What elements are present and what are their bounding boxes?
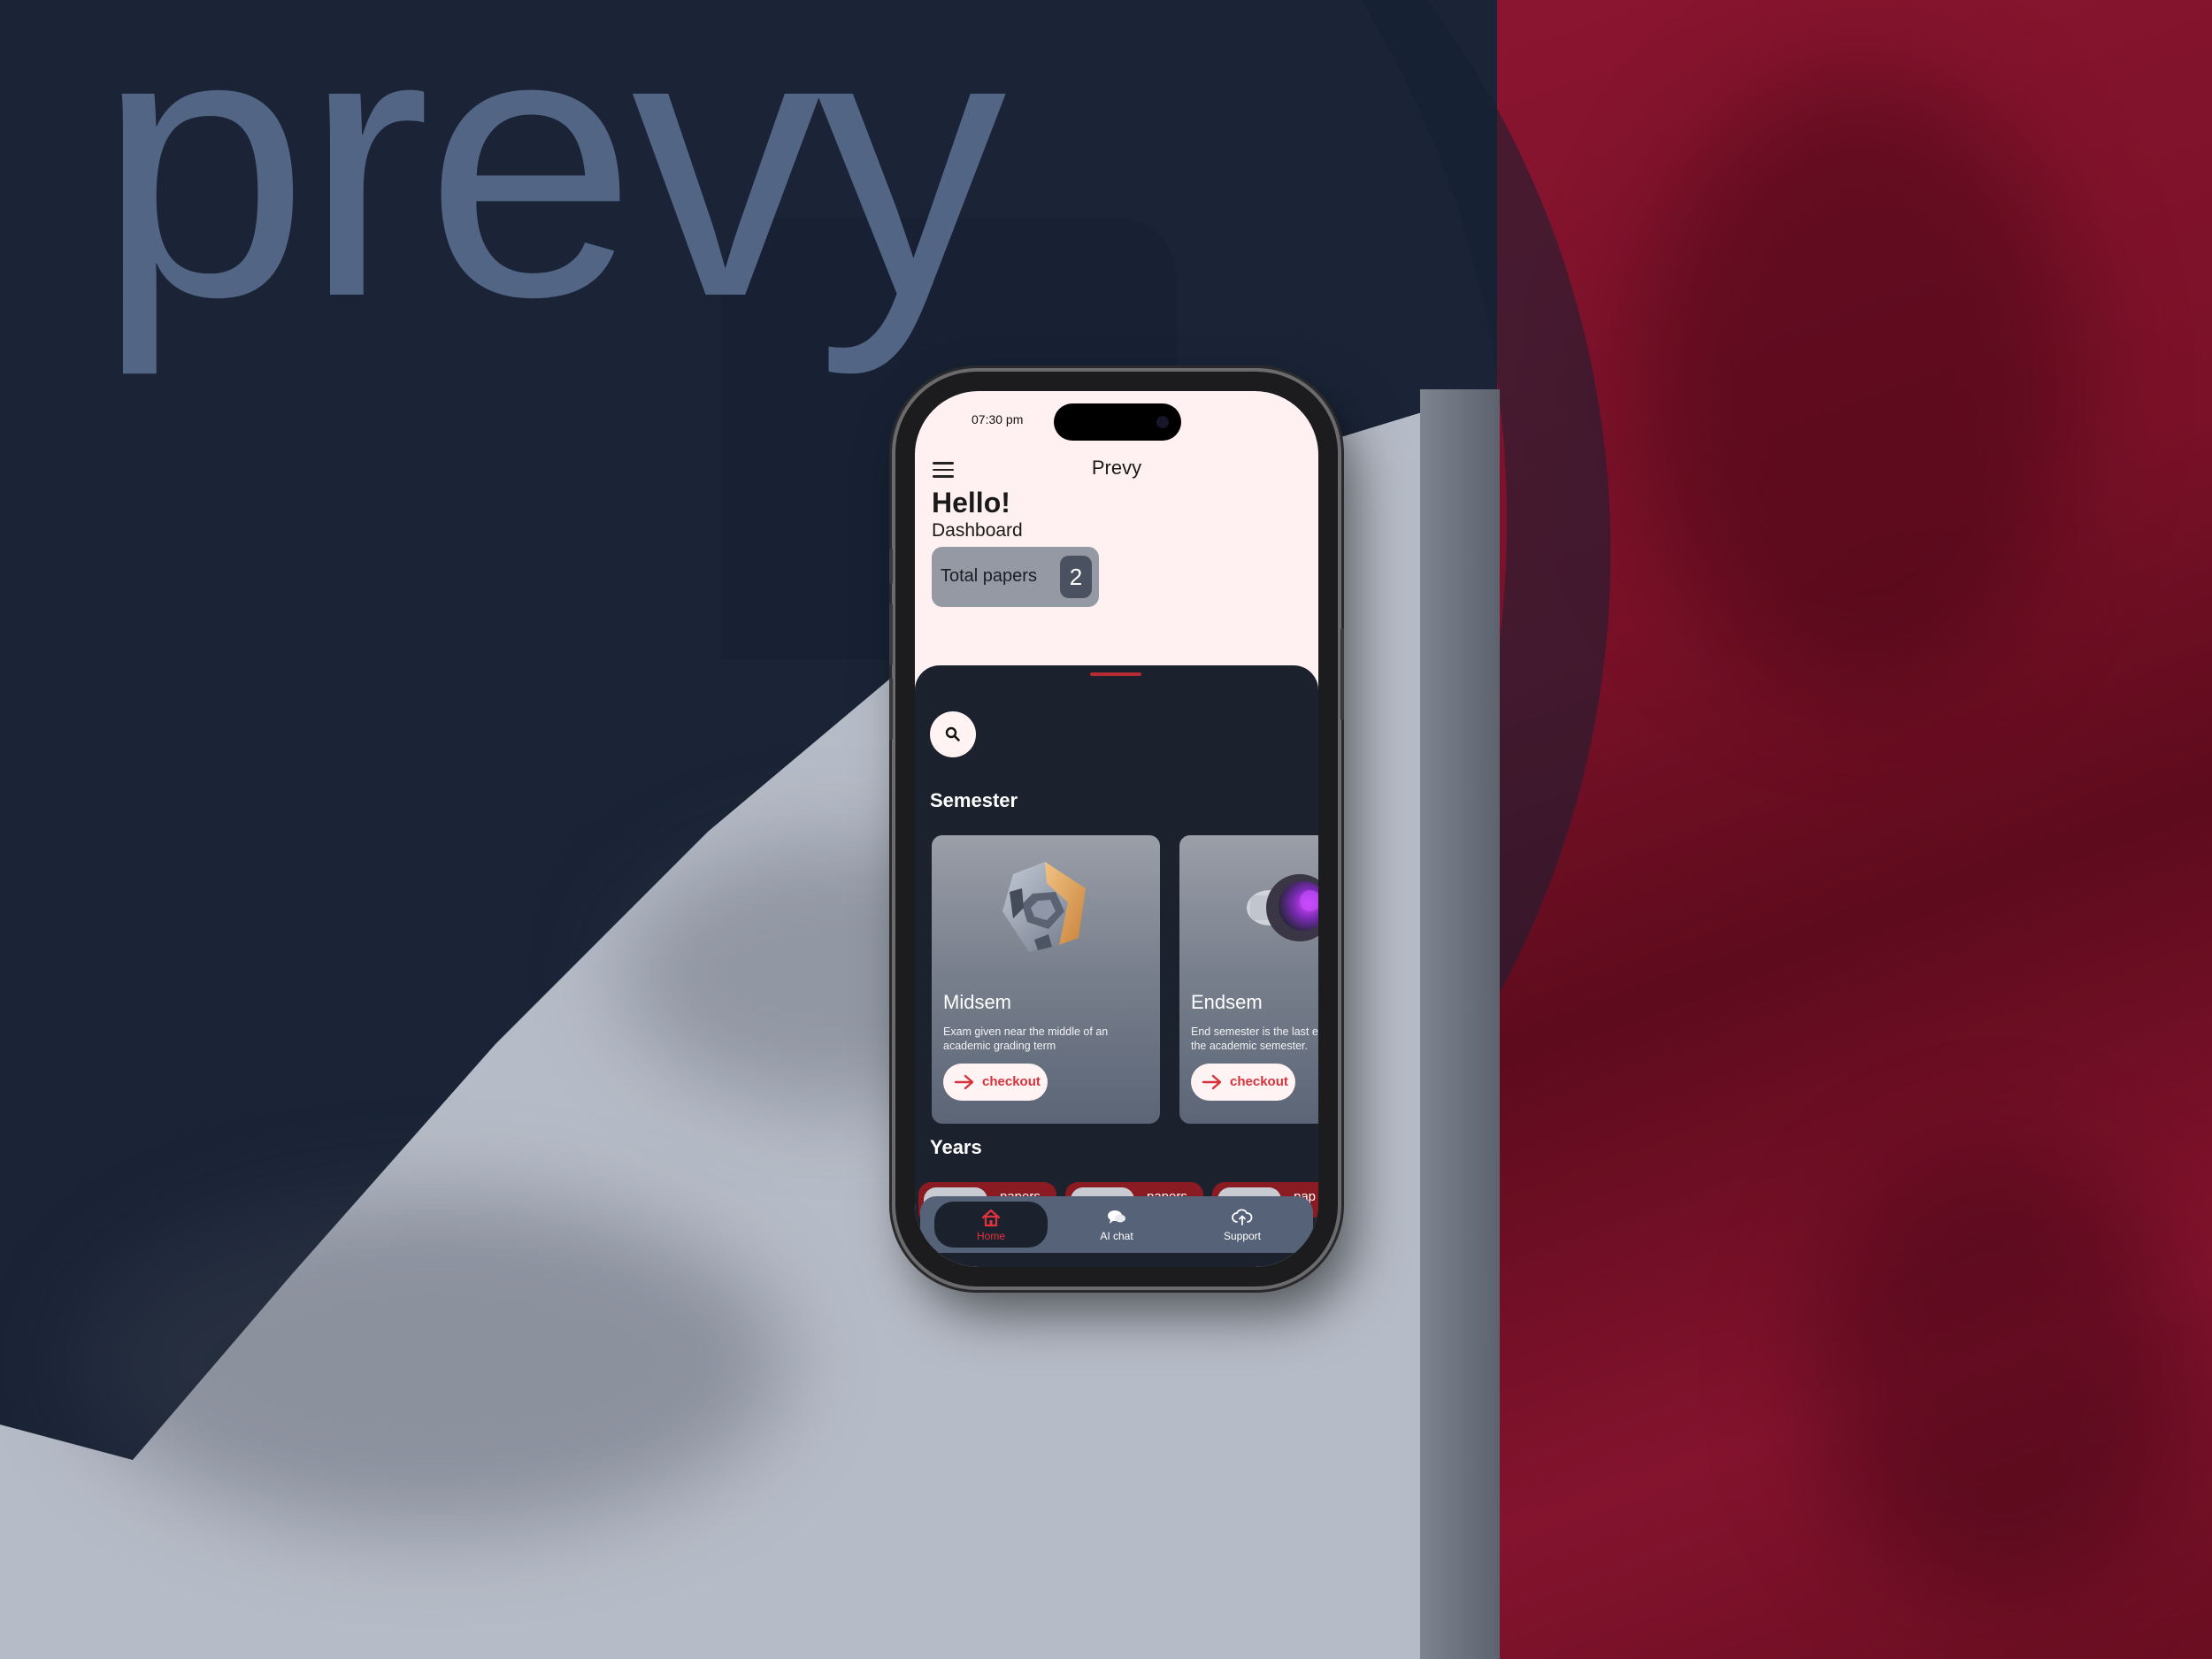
semester-card-title: Midsem [943, 991, 1012, 1013]
camera-icon [1156, 416, 1169, 428]
chat-bubbles-icon [1108, 1210, 1125, 1224]
phone-side-button [889, 603, 893, 665]
floor-edge [1420, 389, 1500, 1659]
phone-side-button [889, 549, 893, 584]
dashboard-subtitle: Dashboard [932, 520, 1023, 541]
nav-home[interactable]: Home [934, 1202, 1048, 1248]
nav-label: AI chat [1100, 1230, 1133, 1242]
search-icon [945, 726, 960, 741]
cloud-upload-icon [1232, 1209, 1253, 1225]
phone-side-button [889, 678, 893, 740]
checkout-button[interactable]: checkout [1191, 1064, 1295, 1101]
description-line: End semester is the last e [1191, 1025, 1318, 1038]
phone-mockup: 07:30 pm Prevy Hello! Dashboard Total pa… [889, 372, 1344, 1286]
arrow-right-icon [954, 1074, 974, 1090]
semester-card-description: Exam given near the middle of an academi… [943, 1025, 1152, 1053]
checkout-label: checkout [1230, 1074, 1288, 1089]
total-papers-count: 2 [1060, 556, 1092, 598]
total-papers-label: Total papers [941, 566, 1037, 586]
description-line: academic grading term [943, 1040, 1056, 1052]
bottom-sheet: Semester Midsem Exam given near the midd… [915, 665, 1318, 1267]
phone-screen: 07:30 pm Prevy Hello! Dashboard Total pa… [915, 391, 1318, 1267]
description-line: the academic semester. [1191, 1040, 1309, 1052]
leaf-shadow [1637, 71, 2079, 690]
semester-cards: Midsem Exam given near the middle of an … [932, 835, 1318, 1124]
floor-shadow [80, 1194, 787, 1531]
brand-wordmark: prevy [97, 0, 1006, 376]
nav-support[interactable]: Support [1186, 1202, 1299, 1248]
sheet-drag-handle[interactable] [1090, 672, 1141, 676]
semester-card-endsem[interactable]: Endsem End semester is the last e the ac… [1179, 835, 1318, 1124]
bottom-navigation: Home AI chat Support [920, 1196, 1313, 1253]
app-title: Prevy [1091, 457, 1142, 479]
description-line: Exam given near the middle of an [943, 1025, 1109, 1038]
semester-title: Semester [930, 789, 1018, 811]
greeting-title: Hello! [932, 487, 1010, 518]
semester-card-midsem[interactable]: Midsem Exam given near the middle of an … [932, 835, 1160, 1124]
semester-card-title: Endsem [1191, 991, 1263, 1013]
semester-card-description: End semester is the last e the academic … [1191, 1025, 1318, 1053]
dodecahedron-icon [1002, 862, 1086, 952]
total-papers-card: Total papers 2 [932, 547, 1099, 607]
checkout-label: checkout [982, 1074, 1041, 1089]
home-icon [981, 1209, 1001, 1227]
leaf-shadow [1814, 1150, 2185, 1593]
years-title: Years [930, 1136, 982, 1158]
arrow-right-icon [1202, 1074, 1222, 1090]
nav-label: Support [1223, 1230, 1262, 1242]
nav-ai-chat[interactable]: AI chat [1060, 1202, 1173, 1248]
status-time: 07:30 pm [972, 412, 1024, 426]
glass-orb-icon [1247, 874, 1318, 941]
dynamic-island [1054, 403, 1181, 441]
phone-side-button [1340, 628, 1344, 720]
nav-label: Home [976, 1230, 1005, 1242]
checkout-button[interactable]: checkout [943, 1064, 1048, 1101]
search-button[interactable] [930, 711, 976, 757]
top-bar: Prevy [915, 455, 1318, 485]
